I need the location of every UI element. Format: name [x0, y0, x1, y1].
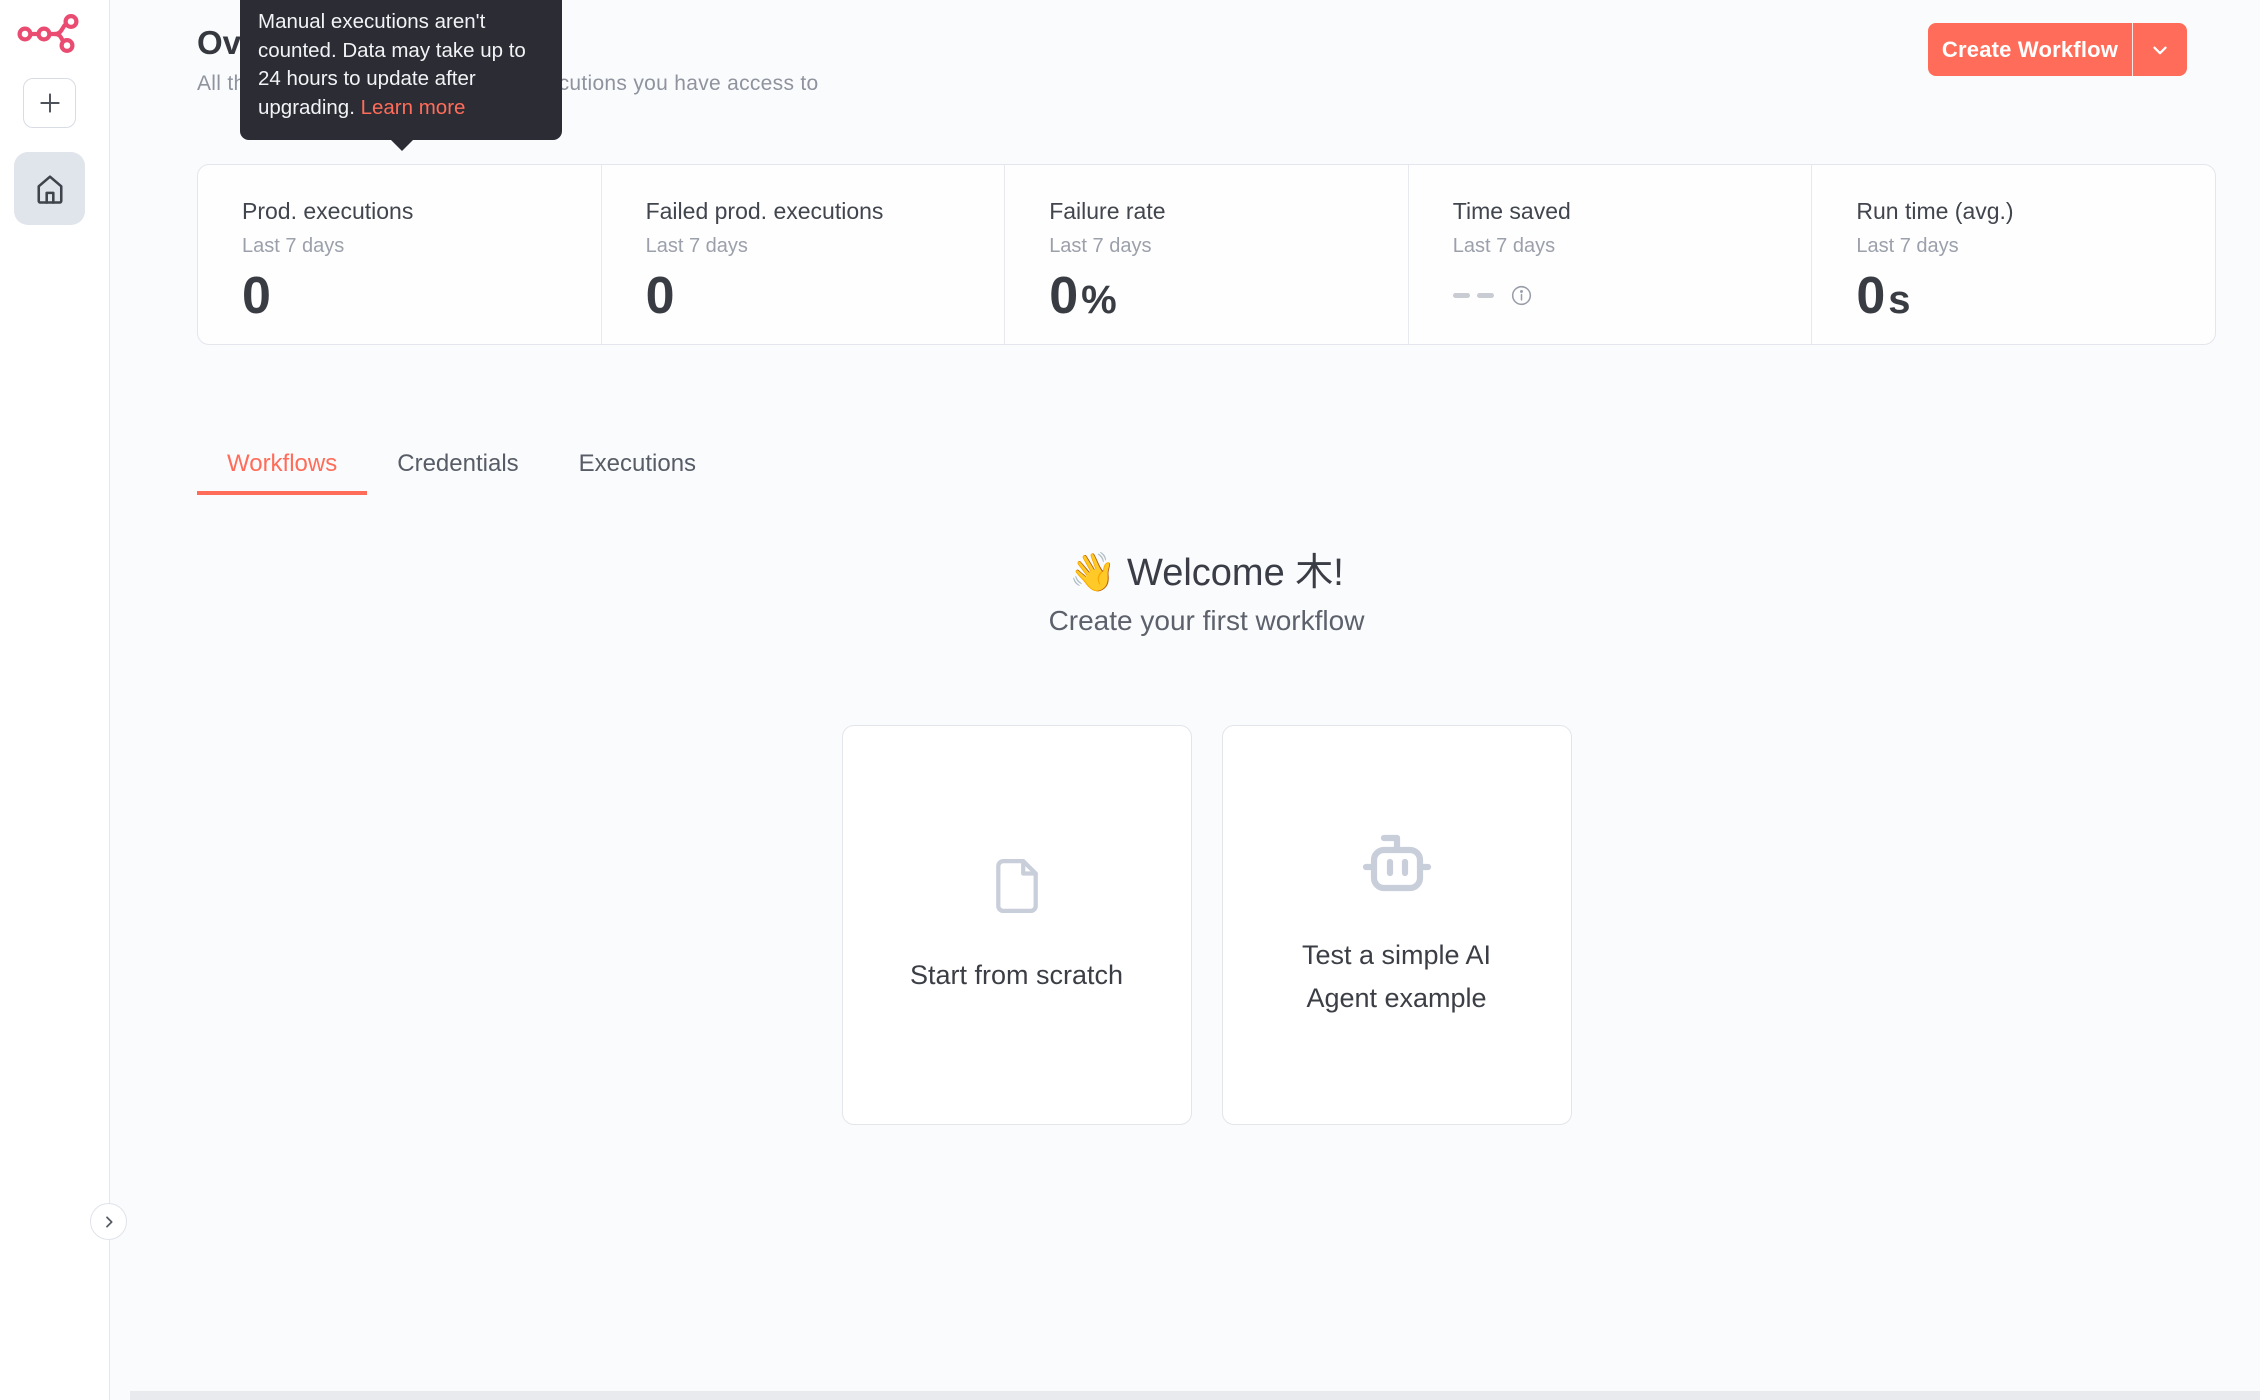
stat-title: Failure rate — [1049, 198, 1388, 225]
n8n-logo-icon[interactable] — [17, 12, 83, 56]
card-start-from-scratch[interactable]: Start from scratch — [842, 725, 1192, 1125]
stat-period: Last 7 days — [1049, 235, 1388, 258]
stat-value: 0 — [242, 270, 581, 322]
learn-more-link[interactable]: Learn more — [361, 96, 466, 119]
sidebar-item-overview[interactable] — [14, 152, 85, 225]
plus-icon — [37, 90, 63, 116]
manual-executions-tooltip: Manual executions aren't counted. Data m… — [240, 0, 562, 140]
card-label: Start from scratch — [910, 954, 1123, 997]
card-ai-agent-example[interactable]: Test a simple AI Agent example — [1222, 725, 1572, 1125]
card-label: Test a simple AI Agent example — [1272, 934, 1522, 1020]
chevron-down-icon — [2149, 39, 2171, 61]
stat-title: Prod. executions — [242, 198, 581, 225]
create-workflow-button[interactable]: Create Workflow — [1928, 23, 2132, 76]
stat-card-failed-prod-executions: Failed prod. executions Last 7 days 0 — [601, 165, 1005, 344]
sidebar-expand-button[interactable] — [90, 1203, 127, 1240]
stats-panel: Prod. executions Last 7 days 0 Failed pr… — [197, 164, 2216, 345]
welcome-subheading: Create your first workflow — [197, 605, 2216, 637]
stat-period: Last 7 days — [1453, 235, 1792, 258]
stat-title: Failed prod. executions — [646, 198, 985, 225]
tab-credentials[interactable]: Credentials — [367, 437, 548, 495]
tab-workflows[interactable]: Workflows — [197, 437, 367, 495]
dash-placeholder — [1453, 293, 1470, 298]
stat-value: 0s — [1856, 270, 2195, 322]
tab-bar: Workflows Credentials Executions — [197, 437, 726, 495]
stat-card-prod-executions: Prod. executions Last 7 days 0 — [198, 165, 601, 344]
info-icon — [1510, 284, 1533, 307]
stat-title: Time saved — [1453, 198, 1792, 225]
stat-unit: % — [1081, 278, 1117, 322]
file-icon — [983, 852, 1051, 920]
robot-icon — [1356, 830, 1438, 900]
stat-period: Last 7 days — [646, 235, 985, 258]
stat-period: Last 7 days — [1856, 235, 2195, 258]
create-workflow-split-button: Create Workflow — [1928, 23, 2187, 76]
stat-card-failure-rate: Failure rate Last 7 days 0% — [1004, 165, 1408, 344]
home-icon — [32, 171, 68, 207]
stat-unit: s — [1888, 278, 1910, 322]
create-workflow-dropdown-button[interactable] — [2132, 23, 2187, 76]
stat-card-run-time: Run time (avg.) Last 7 days 0s — [1811, 165, 2215, 344]
welcome-heading: 👋 Welcome 木! — [197, 541, 2216, 596]
horizontal-scrollbar[interactable] — [130, 1391, 2260, 1400]
add-workflow-button[interactable] — [23, 78, 76, 128]
sidebar — [0, 0, 110, 1400]
time-saved-info[interactable] — [1510, 284, 1533, 307]
stat-empty-value — [1453, 280, 1792, 310]
chevron-right-icon — [101, 1214, 117, 1230]
dash-placeholder — [1477, 293, 1494, 298]
stat-title: Run time (avg.) — [1856, 198, 2195, 225]
stat-value: 0% — [1049, 270, 1388, 322]
starter-cards-row: Start from scratch Test a simple AI Agen… — [197, 725, 2216, 1125]
stat-period: Last 7 days — [242, 235, 581, 258]
tab-executions[interactable]: Executions — [549, 437, 726, 495]
stat-value: 0 — [646, 270, 985, 322]
stat-card-time-saved: Time saved Last 7 days — [1408, 165, 1812, 344]
